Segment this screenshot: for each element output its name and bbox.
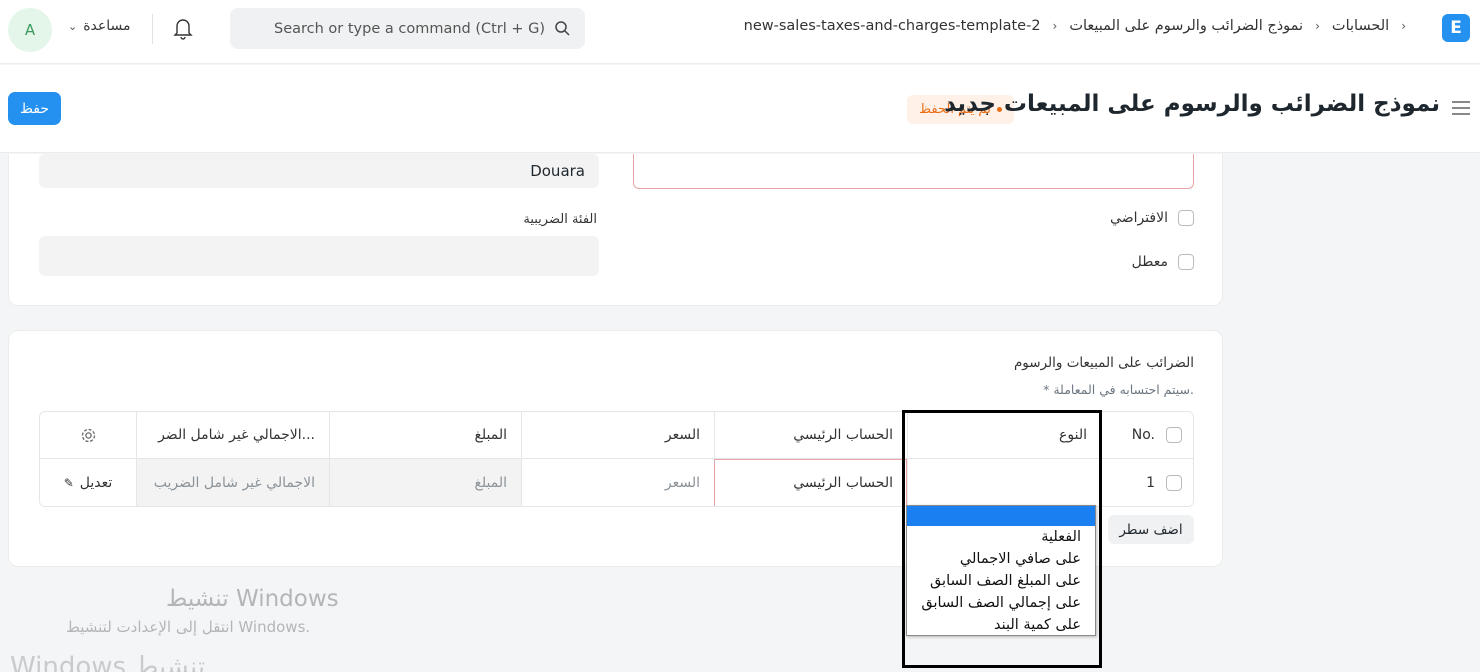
settings-icon[interactable] (40, 412, 136, 458)
col-total: الاجمالي غير شامل الضر... (136, 412, 329, 458)
col-amount: المبلغ (329, 412, 521, 458)
search-placeholder: Search or type a command (Ctrl + G) (274, 20, 546, 37)
activation-watermark-title: تنشيط Windows (166, 586, 339, 612)
company-value: Douara (530, 162, 585, 180)
cell-account-head[interactable]: الحساب الرئيسي (714, 459, 907, 506)
breadcrumb-doc[interactable]: new-sales-taxes-and-charges-template-2 (744, 18, 1041, 34)
table-row: ✎ تعديل الاجمالي غير شامل الضريب المبلغ … (40, 459, 1193, 506)
cell-total[interactable]: الاجمالي غير شامل الضريب (136, 459, 329, 506)
default-label: الافتراضي (1110, 210, 1168, 226)
cell-type[interactable] (907, 459, 1101, 506)
app-logo[interactable]: E (1442, 14, 1470, 42)
col-rate: السعر (521, 412, 714, 458)
taxes-table: الاجمالي غير شامل الضر... المبلغ السعر ا… (39, 411, 1194, 507)
disabled-checkbox-row[interactable]: معطل (1132, 254, 1194, 270)
disabled-checkbox[interactable] (1178, 254, 1194, 270)
activation-watermark-bottom: Windows تنشيط (10, 652, 206, 672)
default-checkbox-row[interactable]: الافتراضي (1110, 210, 1194, 226)
breadcrumb-accounts[interactable]: الحسابات (1332, 18, 1389, 34)
notification-bell-icon[interactable] (172, 16, 194, 40)
search-icon (554, 20, 571, 37)
col-no-label: No. (1131, 427, 1155, 443)
edit-label: تعديل (79, 475, 113, 491)
tax-category-label: الفئة الضريبية (523, 212, 597, 227)
col-type: النوع (907, 412, 1101, 458)
help-label: مساعدة (83, 18, 131, 34)
activation-watermark-subtitle: انتقل إلى الإعدادت لتنشيط Windows. (66, 618, 311, 636)
dropdown-option[interactable]: على إجمالي الصف السابق (907, 592, 1095, 614)
title-field[interactable] (633, 154, 1194, 189)
company-field[interactable]: Douara (39, 154, 599, 188)
tax-category-field[interactable] (39, 236, 599, 276)
search-input[interactable]: Search or type a command (Ctrl + G) (230, 8, 585, 49)
chevron-right-icon: › (1052, 19, 1058, 33)
cell-amount[interactable]: المبلغ (329, 459, 521, 506)
table-header: الاجمالي غير شامل الضر... المبلغ السعر ا… (40, 412, 1193, 459)
page-title: نموذج الضرائب والرسوم على المبيعات جديد (944, 91, 1440, 117)
disabled-label: معطل (1131, 254, 1168, 270)
select-all-checkbox[interactable] (1166, 427, 1182, 443)
divider (152, 14, 153, 44)
chevron-down-icon: ⌄ (68, 19, 78, 33)
details-card: Douara الفئة الضريبية الافتراضي معطل (8, 154, 1223, 306)
row-checkbox[interactable] (1166, 475, 1182, 491)
dropdown-option[interactable] (907, 506, 1095, 526)
add-row-button[interactable]: اضف سطر (1108, 515, 1194, 544)
row-index: 1 (1146, 475, 1155, 491)
cell-rate[interactable]: السعر (521, 459, 714, 506)
breadcrumb-template[interactable]: نموذج الضرائب والرسوم على المبيعات (1069, 18, 1303, 34)
dropdown-option[interactable]: على صافي الاجمالي (907, 548, 1095, 570)
chevron-right-icon: › (1401, 19, 1406, 33)
help-dropdown[interactable]: ⌄ مساعدة (68, 18, 131, 34)
section-title: الضرائب على المبيعات والرسوم (1013, 355, 1194, 371)
dropdown-option[interactable]: الفعلية (907, 526, 1095, 548)
chevron-right-icon: › (1315, 19, 1320, 33)
default-checkbox[interactable] (1178, 210, 1194, 226)
type-select-dropdown[interactable]: الفعلية على صافي الاجمالي على المبلغ الص… (906, 505, 1096, 636)
col-account-head: الحساب الرئيسي (714, 412, 907, 458)
navbar: A ⌄ مساعدة Search or type a command (Ctr… (0, 0, 1480, 64)
save-button[interactable]: حفظ (8, 92, 61, 125)
avatar[interactable]: A (8, 8, 52, 52)
dropdown-option[interactable]: على المبلغ الصف السابق (907, 570, 1095, 592)
section-note: * سيتم احتسابه في المعاملة. (1043, 382, 1194, 397)
page-head: حفظ لم يتم الحفظ نموذج الضرائب والرسوم ع… (0, 65, 1480, 153)
dropdown-option[interactable]: على كمية البند (907, 614, 1095, 636)
breadcrumb: › الحسابات › نموذج الضرائب والرسوم على ا… (744, 18, 1406, 34)
pencil-icon: ✎ (63, 476, 74, 490)
sidebar-toggle-icon[interactable] (1452, 101, 1470, 115)
edit-row-button[interactable]: ✎ تعديل (40, 459, 136, 506)
